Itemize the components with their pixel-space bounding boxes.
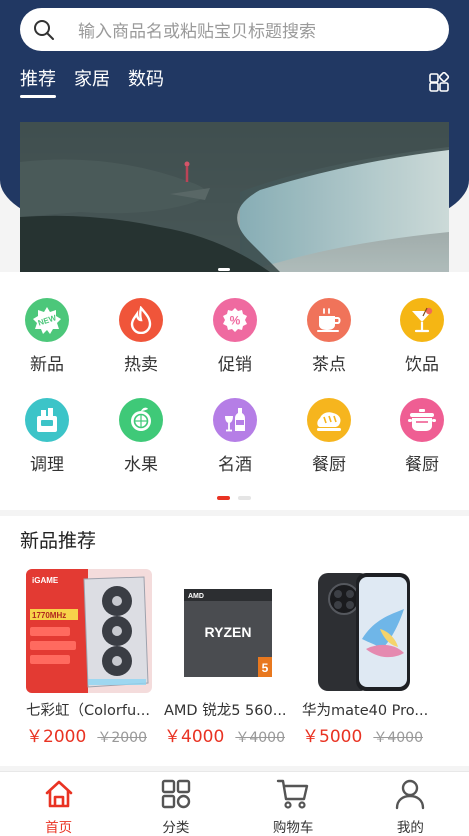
nav-label: 首页	[45, 820, 73, 836]
category-label: 饮品	[405, 355, 439, 375]
user-icon	[396, 779, 425, 810]
new-products-section: 新品推荐 iGAME 1770MHz 七彩虹（Colorfu... ￥2000 …	[0, 516, 469, 766]
nav-label: 购物车	[272, 820, 314, 836]
search-placeholder: 输入商品名或粘贴宝贝标题搜索	[78, 22, 316, 42]
banner-image	[20, 122, 449, 272]
category-item-promo[interactable]: % 促销	[195, 298, 275, 375]
category-icon	[161, 779, 191, 809]
product-name: 七彩虹（Colorfu...	[26, 703, 150, 719]
product-price: ￥2000	[26, 727, 87, 747]
nav-home[interactable]: 首页	[0, 772, 117, 836]
product-price: ￥5000	[302, 727, 363, 747]
bottom-tab-bar: 首页 分类 购物车 我的	[0, 771, 469, 836]
category-item-new[interactable]: NEW 新品	[7, 298, 87, 375]
category-item-seasoning[interactable]: 调理	[7, 398, 87, 475]
bread-icon	[307, 398, 351, 442]
svg-text:1770MHz: 1770MHz	[32, 611, 66, 620]
home-icon	[45, 780, 72, 808]
new-badge-icon: NEW	[25, 298, 69, 342]
discount-icon: %	[213, 298, 257, 342]
search-bar[interactable]: 输入商品名或粘贴宝贝标题搜索	[20, 8, 449, 51]
product-old-price: ￥4000	[373, 730, 423, 746]
svg-text:AMD: AMD	[188, 593, 204, 600]
category-label: 茶点	[312, 355, 346, 375]
top-tabs: 推荐 家居 数码	[20, 66, 164, 98]
svg-text:RYZEN: RYZEN	[205, 624, 252, 640]
category-grid: NEW 新品 热卖 % 促销 茶点 饮品 调理 水果 名酒 餐厨 餐厨	[0, 272, 469, 510]
product-image-phone	[302, 569, 428, 693]
category-item-kitchen-bread[interactable]: 餐厨	[289, 398, 369, 475]
section-title: 新品推荐	[20, 530, 97, 552]
category-label: 新品	[30, 355, 64, 375]
category-pager	[217, 496, 251, 500]
category-item-tea[interactable]: 茶点	[289, 298, 369, 375]
product-image-cpu: AMD RYZEN 5	[164, 569, 290, 693]
wine-icon	[213, 398, 257, 442]
category-label: 调理	[30, 455, 64, 475]
seasoning-icon	[25, 398, 69, 442]
category-label: 促销	[218, 355, 252, 375]
carousel-indicator	[218, 268, 230, 271]
nav-label: 分类	[162, 820, 190, 836]
category-item-fruit[interactable]: 水果	[101, 398, 181, 475]
tea-cup-icon	[307, 298, 351, 342]
cart-icon	[276, 779, 309, 809]
product-name: 华为mate40 Pro...	[302, 703, 428, 719]
product-card[interactable]: 华为mate40 Pro... ￥5000 ￥4000	[302, 569, 428, 747]
product-card[interactable]: iGAME 1770MHz 七彩虹（Colorfu... ￥2000 ￥2000	[26, 569, 152, 747]
product-old-price: ￥2000	[97, 730, 147, 746]
product-price: ￥4000	[164, 727, 225, 747]
category-item-hot[interactable]: 热卖	[101, 298, 181, 375]
pager-dot[interactable]	[238, 496, 251, 500]
pager-dot-active[interactable]	[217, 496, 230, 500]
nav-profile[interactable]: 我的	[352, 772, 469, 836]
category-item-kitchen-pot[interactable]: 餐厨	[382, 398, 462, 475]
category-item-wine[interactable]: 名酒	[195, 398, 275, 475]
search-icon	[34, 19, 54, 40]
product-image-gpu: iGAME 1770MHz	[26, 569, 152, 693]
nav-cart[interactable]: 购物车	[235, 772, 352, 836]
product-name: AMD 锐龙5 560...	[164, 703, 287, 719]
category-label: 餐厨	[312, 455, 346, 475]
fruit-icon	[119, 398, 163, 442]
product-card[interactable]: AMD RYZEN 5 AMD 锐龙5 560... ￥4000 ￥4000	[164, 569, 290, 747]
svg-text:5: 5	[262, 661, 269, 675]
category-item-drinks[interactable]: 饮品	[382, 298, 462, 375]
nav-category[interactable]: 分类	[117, 772, 234, 836]
svg-text:%: %	[230, 314, 241, 328]
category-label: 餐厨	[405, 455, 439, 475]
all-categories-icon[interactable]	[428, 72, 450, 94]
category-label: 名酒	[218, 455, 252, 475]
pot-icon	[400, 398, 444, 442]
flame-icon	[119, 298, 163, 342]
category-label: 热卖	[124, 355, 158, 375]
tab-home[interactable]: 家居	[74, 66, 110, 94]
banner-carousel[interactable]	[20, 122, 449, 272]
drink-icon	[400, 298, 444, 342]
tab-digital[interactable]: 数码	[128, 66, 164, 94]
category-label: 水果	[124, 455, 158, 475]
product-old-price: ￥4000	[235, 730, 285, 746]
svg-text:iGAME: iGAME	[32, 576, 59, 585]
tab-recommend[interactable]: 推荐	[20, 66, 56, 98]
nav-label: 我的	[396, 820, 424, 836]
